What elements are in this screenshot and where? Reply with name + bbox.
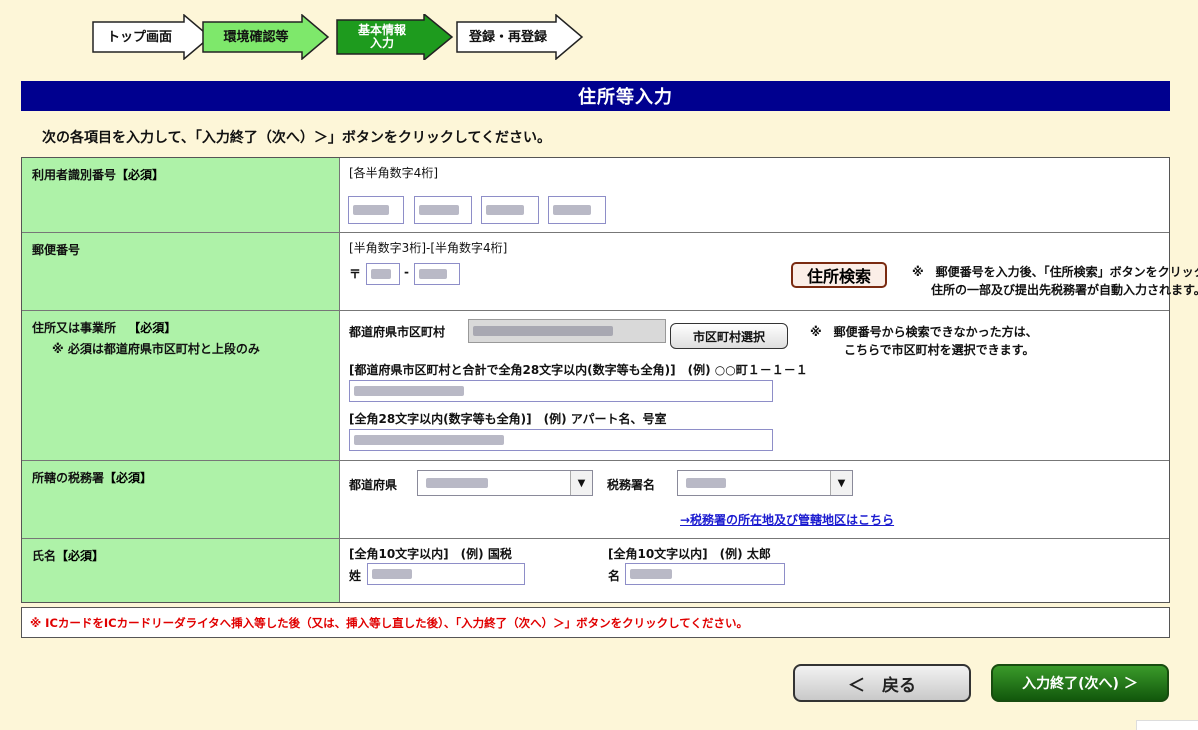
tax-office-name-label: 税務署名 <box>607 478 656 492</box>
postal-note-1: ※ 郵便番号を入力後、「住所検索」ボタンをクリックすると、 <box>912 265 1198 279</box>
page-title: 住所等入力 <box>21 81 1170 111</box>
step-basic-info: 基本情報 入力 <box>336 14 456 60</box>
row-user-id: 利用者識別番号【必須】 [各半角数字4桁] <box>22 158 1169 232</box>
first-name-field[interactable] <box>625 563 785 585</box>
user-id-field-4[interactable] <box>548 196 606 224</box>
required-mark: 【必須】 <box>56 549 105 563</box>
required-mark: 【必須】 <box>116 168 165 182</box>
user-id-field-1[interactable] <box>348 196 404 224</box>
postal-code-field-2[interactable] <box>414 263 460 285</box>
step-env-label: 環境確認等 <box>223 29 289 45</box>
last-name-label: 姓 <box>349 569 362 583</box>
name-label: 氏名 <box>32 549 57 563</box>
prefecture-label: 都道府県 <box>349 478 398 492</box>
city-note-1: ※ 郵便番号から検索できなかった方は、 <box>810 325 1038 339</box>
city-label: 都道府県市区町村 <box>349 325 446 339</box>
city-note-2: こちらで市区町村を選択できます。 <box>844 343 1035 357</box>
first-name-hint: [全角10文字以内] (例) 太郎 <box>608 547 771 561</box>
ic-card-warning: ※ ICカードをICカードリーダライタへ挿入等した後（又は、挿入等し直した後）、… <box>21 607 1170 638</box>
step-top: トップ画面 <box>92 14 212 60</box>
postal-code-label: 郵便番号 <box>22 233 340 310</box>
step-register-label: 登録・再登録 <box>468 29 547 45</box>
first-name-label: 名 <box>608 569 621 583</box>
next-button[interactable]: 入力終了(次へ) ＞ <box>991 664 1169 702</box>
postal-note-2: 住所の一部及び提出先税務署が自動入力されます。 <box>931 283 1198 297</box>
step-top-label: トップ画面 <box>106 29 172 45</box>
prefecture-select[interactable]: ▼ <box>417 470 593 496</box>
tax-office-info-link[interactable]: →税務署の所在地及び管轄地区はこちら <box>680 511 894 528</box>
step-env: 環境確認等 <box>202 14 330 60</box>
address-label: 住所又は事業所 <box>32 321 117 335</box>
postal-code-field-1[interactable] <box>366 263 400 285</box>
address-line1-field[interactable] <box>349 380 773 402</box>
corner-box <box>1136 720 1198 730</box>
user-id-label: 利用者識別番号 <box>32 168 117 182</box>
row-address: 住所又は事業所 【必須】 ※ 必須は都道府県市区町村と上段のみ 都道府県市区町村… <box>22 310 1169 460</box>
back-button[interactable]: ＜ 戻る <box>793 664 971 702</box>
tax-office-select[interactable]: ▼ <box>677 470 853 496</box>
user-id-field-3[interactable] <box>481 196 539 224</box>
required-mark: 【必須】 <box>128 321 177 335</box>
step-basic-info-label-2: 入力 <box>369 36 394 50</box>
user-id-hint: [各半角数字4桁] <box>349 166 438 180</box>
user-id-field-2[interactable] <box>414 196 472 224</box>
step-register: 登録・再登録 <box>456 14 586 60</box>
postal-mark: 〒 <box>349 267 362 281</box>
row-postal-code: 郵便番号 [半角数字3桁]-[半角数字4桁] 〒 - 住所検索 ※ 郵便番号を入… <box>22 232 1198 310</box>
chevron-down-icon: ▼ <box>830 471 852 495</box>
postal-dash: - <box>404 265 409 279</box>
required-mark: 【必須】 <box>104 471 153 485</box>
instruction-text: 次の各項目を入力して、「入力終了（次へ）＞」ボタンをクリックしてください。 <box>42 130 552 146</box>
last-name-field[interactable] <box>367 563 525 585</box>
chevron-down-icon: ▼ <box>570 471 592 495</box>
address-form: 利用者識別番号【必須】 [各半角数字4桁] 郵便番号 [半角数字3桁]-[半角数… <box>21 157 1198 603</box>
city-field[interactable] <box>468 319 666 343</box>
row-name: 氏名【必須】 [全角10文字以内] (例) 国税 姓 [全角10文字以内] (例… <box>22 538 1169 602</box>
tax-office-label: 所轄の税務署 <box>32 471 105 485</box>
address-line2-hint: [全角28文字以内(数字等も全角)] (例) アパート名、号室 <box>349 412 667 426</box>
last-name-hint: [全角10文字以内] (例) 国税 <box>349 547 512 561</box>
address-line2-field[interactable] <box>349 429 773 451</box>
city-select-button[interactable]: 市区町村選択 <box>670 323 788 349</box>
address-sub-note: ※ 必須は都道府県市区町村と上段のみ <box>52 342 260 356</box>
address-search-button[interactable]: 住所検索 <box>791 262 887 288</box>
postal-code-hint: [半角数字3桁]-[半角数字4桁] <box>349 241 508 255</box>
row-tax-office: 所轄の税務署【必須】 都道府県 ▼ 税務署名 ▼ →税務署の所在地及び管轄地区は… <box>22 460 1169 538</box>
address-line1-hint: [都道府県市区町村と合計で全角28文字以内(数字等も全角)] (例) ○○町１－… <box>349 363 808 377</box>
